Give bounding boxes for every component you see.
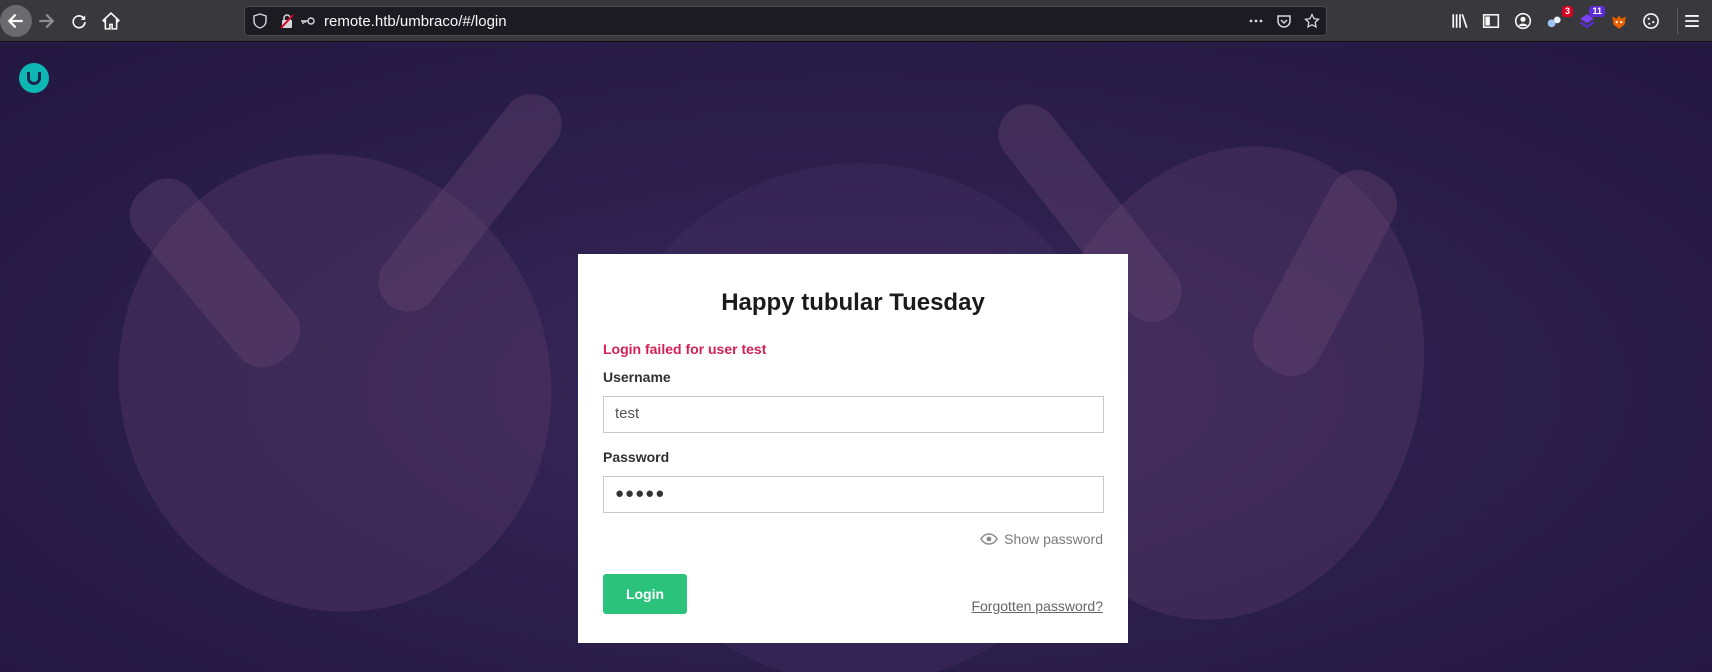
extension-badge: 3 xyxy=(1561,6,1573,17)
login-card: Happy tubular Tuesday Login failed for u… xyxy=(578,254,1128,643)
home-icon xyxy=(102,12,120,30)
insecure-lock-icon[interactable] xyxy=(279,13,295,29)
reload-icon xyxy=(72,15,86,29)
reload-button[interactable] xyxy=(63,5,95,37)
password-input[interactable]: ●●●●● xyxy=(603,476,1104,513)
sidebar-icon[interactable] xyxy=(1481,11,1501,31)
menu-icon[interactable] xyxy=(1682,11,1702,31)
more-actions-icon[interactable] xyxy=(1248,13,1264,29)
bookmark-star-icon[interactable] xyxy=(1304,13,1320,29)
arrow-left-icon xyxy=(7,13,23,29)
url-text[interactable]: remote.htb/umbraco/#/login xyxy=(324,13,507,30)
umbraco-logo-icon xyxy=(19,63,49,93)
cookie-icon[interactable] xyxy=(1641,11,1661,31)
browser-toolbar: remote.htb/umbraco/#/login 3 11 xyxy=(0,0,1712,42)
login-button[interactable]: Login xyxy=(603,574,687,614)
extension-red-badge-icon[interactable]: 3 xyxy=(1545,6,1573,31)
background-hand-left xyxy=(59,97,611,669)
forward-button[interactable] xyxy=(30,5,62,37)
greeting-heading: Happy tubular Tuesday xyxy=(721,289,985,316)
extension-purple-badge-icon[interactable]: 11 xyxy=(1577,6,1605,31)
back-button[interactable] xyxy=(0,5,32,37)
home-button[interactable] xyxy=(95,5,127,37)
password-label: Password xyxy=(603,449,670,465)
username-input[interactable]: test xyxy=(603,396,1104,433)
username-label: Username xyxy=(603,369,671,385)
login-page: Happy tubular Tuesday Login failed for u… xyxy=(0,43,1712,672)
key-icon[interactable] xyxy=(300,13,316,29)
account-icon[interactable] xyxy=(1513,11,1533,31)
pocket-icon[interactable] xyxy=(1276,13,1292,29)
toolbar-divider xyxy=(1677,8,1678,34)
show-password-toggle[interactable]: Show password xyxy=(980,531,1103,547)
library-icon[interactable] xyxy=(1450,11,1470,31)
forgotten-password-link[interactable]: Forgotten password? xyxy=(971,598,1103,614)
show-password-label[interactable]: Show password xyxy=(1004,531,1103,547)
arrow-right-icon xyxy=(39,13,55,29)
shield-icon[interactable] xyxy=(252,13,268,29)
extension-fox-icon[interactable] xyxy=(1609,11,1629,31)
extension-badge: 11 xyxy=(1589,6,1605,17)
eye-icon xyxy=(980,533,998,545)
login-error-message: Login failed for user test xyxy=(603,341,767,357)
url-bar[interactable]: remote.htb/umbraco/#/login xyxy=(244,6,1327,36)
